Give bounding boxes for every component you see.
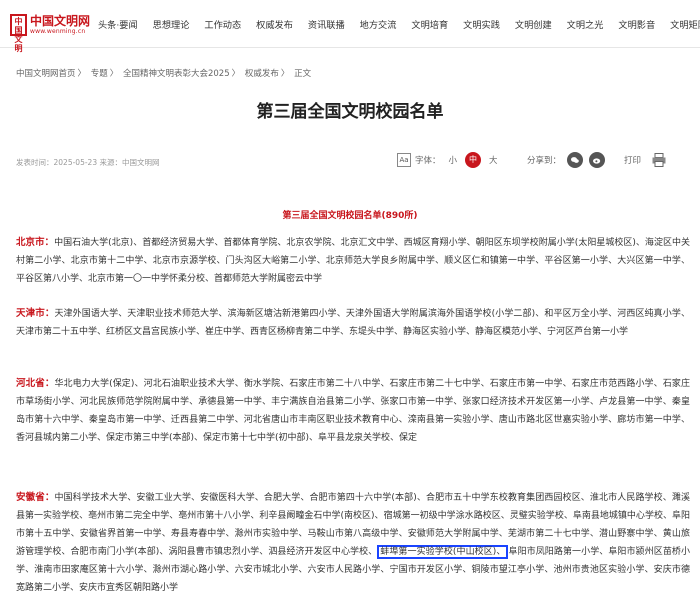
breadcrumb-releases[interactable]: 权威发布	[245, 69, 279, 79]
nav-item-releases[interactable]: 权威发布	[256, 17, 293, 31]
highlighted-school: 蚌埠第一实验学校(中山校区)、	[377, 545, 509, 559]
logo-url: www.wenming.cn	[29, 27, 86, 35]
nav-item-matrix[interactable]: 文明矩阵	[670, 17, 700, 31]
school-list: 中国石油大学(北京)、首都经济贸易大学、首都体育学院、北京农学院、北京汇文中学、…	[16, 238, 690, 284]
province-label: 河北省：	[16, 378, 55, 389]
province-label: 天津市：	[16, 308, 55, 319]
province-label: 北京市：	[16, 237, 55, 248]
breadcrumb-separator: 〉	[109, 69, 119, 79]
section-beijing: 北京市：中国石油大学(北京)、首都经济贸易大学、首都体育学院、北京农学院、北京汇…	[16, 234, 690, 288]
print-control[interactable]: 打印	[624, 150, 667, 170]
share-label: 分享到：	[527, 156, 562, 166]
logo-name: 中国文明网	[29, 13, 90, 28]
printer-icon[interactable]	[651, 152, 667, 168]
print-label: 打印	[624, 156, 642, 166]
school-list: 华北电力大学(保定)、河北石油职业技术大学、衡水学院、石家庄市第二十八中学、石家…	[16, 379, 690, 443]
site-logo[interactable]: 中国 文明 中国文明网 www.wenming.cn	[10, 12, 90, 53]
section-hebei: 河北省：华北电力大学(保定)、河北石油职业技术大学、衡水学院、石家庄市第二十八中…	[16, 375, 690, 447]
top-nav-bar: 中国 文明 中国文明网 www.wenming.cn 头条·要闻 思想理论 工作动…	[0, 0, 700, 53]
font-size-label: 字体：	[415, 156, 441, 166]
breadcrumb-topic[interactable]: 专题	[91, 69, 108, 79]
breadcrumb-separator: 〉	[77, 69, 87, 79]
nav-item-headlines[interactable]: 头条·要闻	[98, 17, 138, 31]
font-size-control: Aa 字体： 小 中 大	[397, 150, 498, 170]
breadcrumb-separator: 〉	[231, 69, 241, 79]
logo-seal-icon: 中国 文明	[10, 14, 27, 53]
school-list: 天津外国语大学、天津职业技术师范大学、滨海新区塘沽新港第四小学、天津外国语大学附…	[16, 309, 690, 337]
nav-item-practice[interactable]: 文明实践	[463, 17, 500, 31]
breadcrumb: 中国文明网首页〉 专题〉 全国精神文明表彰大会2025 〉 权威发布〉 正文	[16, 67, 311, 79]
nav-item-theory[interactable]: 思想理论	[153, 17, 190, 31]
breadcrumb-event[interactable]: 全国精神文明表彰大会2025	[123, 69, 230, 79]
share-bar: 分享到：	[527, 150, 606, 170]
list-heading: 第三届全国文明校园名单(890所)	[282, 211, 418, 221]
main-nav: 头条·要闻 思想理论 工作动态 权威发布 资讯联播 地方交流 文明培育 文明实践…	[98, 0, 700, 48]
nav-item-light[interactable]: 文明之光	[567, 17, 604, 31]
weibo-share-icon[interactable]	[589, 152, 606, 168]
page-title: 第三届全国文明校园名单	[256, 102, 444, 122]
nav-item-cultivation[interactable]: 文明培育	[411, 17, 448, 31]
section-anhui: 安徽省：中国科学技术大学、安徽工业大学、安徽医科大学、合肥大学、合肥市第四十六中…	[16, 489, 690, 597]
font-size-medium-button[interactable]: 中	[465, 152, 482, 168]
nav-item-local[interactable]: 地方交流	[360, 17, 397, 31]
nav-item-creation[interactable]: 文明创建	[515, 17, 552, 31]
nav-item-work-news[interactable]: 工作动态	[204, 17, 241, 31]
province-label: 安徽省：	[16, 492, 55, 503]
breadcrumb-current: 正文	[294, 69, 312, 79]
nav-item-news-feed[interactable]: 资讯联播	[308, 17, 345, 31]
wechat-share-icon[interactable]	[567, 152, 584, 168]
nav-item-media[interactable]: 文明影音	[618, 17, 655, 31]
font-size-large-button[interactable]: 大	[489, 154, 498, 166]
breadcrumb-separator: 〉	[280, 69, 290, 79]
section-tianjin: 天津市：天津外国语大学、天津职业技术师范大学、滨海新区塘沽新港第四小学、天津外国…	[16, 305, 690, 341]
publish-meta: 发表时间：2025-05-23 来源：中国文明网	[16, 158, 160, 167]
logo-text: 中国文明网 www.wenming.cn	[29, 13, 90, 36]
font-size-small-button[interactable]: 小	[449, 154, 458, 166]
font-size-icon: Aa	[397, 153, 411, 167]
breadcrumb-home[interactable]: 中国文明网首页	[16, 69, 76, 79]
